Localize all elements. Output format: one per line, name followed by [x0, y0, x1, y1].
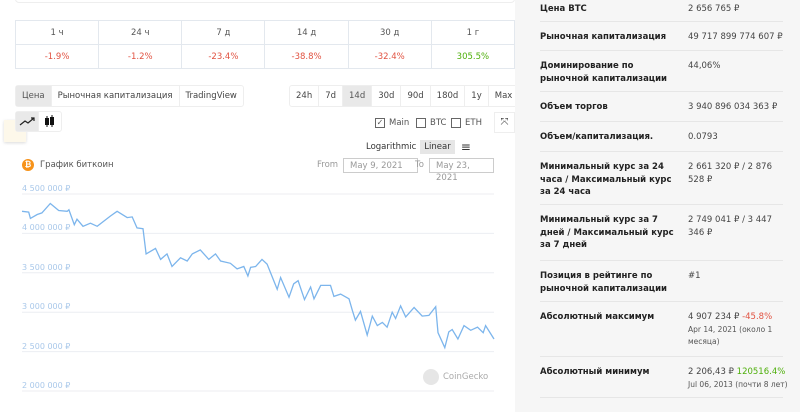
stat-value-text: 2 661 320 ₽ / 2 876 528 ₽ [688, 162, 772, 185]
coingecko-watermark: CoinGecko [423, 369, 488, 385]
stat-label: Доминирование по рыночной капитализации [540, 61, 668, 84]
stat-label: Объем торгов [540, 102, 608, 112]
price-chart[interactable] [0, 0, 515, 412]
stat-value-text: 4 907 234 ₽ [688, 312, 740, 322]
stat-label: Позиция в рейтинге по рыночной капитализ… [540, 271, 668, 294]
watermark-text: CoinGecko [443, 372, 489, 382]
stat-row: Объем торгов 3 940 896 034 363 ₽ [540, 92, 783, 122]
stat-percent: 120516.4% [736, 367, 786, 377]
stat-row: Позиция в рейтинге по рыночной капитализ… [540, 261, 783, 302]
stat-label: Абсолютный максимум [540, 312, 655, 322]
stat-value: #1 [688, 270, 788, 283]
stat-date: Jul 06, 2013 (почти 8 лет) [688, 379, 788, 389]
stat-label: Объем/капитализация. [540, 132, 654, 142]
stat-value-text: 0.0793 [688, 132, 718, 142]
stat-label: Минимальный курс за 24 часа / Максимальн… [540, 162, 672, 197]
stat-row: Минимальный курс за 24 часа / Максимальн… [540, 152, 783, 205]
stat-value: 49 717 899 774 607 ₽ [688, 31, 788, 44]
stat-value: 2 749 041 ₽ / 3 447 346 ₽ [688, 214, 788, 239]
stat-value: 2 206,43 ₽ 120516.4% Jul 06, 2013 (почти … [688, 366, 788, 391]
stat-label: Минимальный курс за 7 дней / Максимальны… [540, 215, 674, 250]
stat-date: Apr 14, 2021 (около 1 месяца) [688, 324, 773, 347]
coingecko-logo-icon [423, 369, 439, 385]
stat-value: 0.0793 [688, 131, 788, 144]
chart-panel: 1 ч 24 ч 7 д 14 д 30 д 1 г -1.9% -1.2% -… [0, 0, 520, 412]
stat-row: Минимальный курс за 7 дней / Максимальны… [540, 205, 783, 261]
stat-row: Рыночная капитализация 49 717 899 774 607… [540, 22, 783, 51]
stat-value-text: 3 940 896 034 363 ₽ [688, 102, 778, 112]
stats-panel: Цена BTC 2 656 765 ₽ Рыночная капитализаци… [515, 0, 800, 412]
stat-value: 3 940 896 034 363 ₽ [688, 101, 788, 114]
stat-label: Абсолютный минимум [540, 367, 650, 377]
stat-value: 2 661 320 ₽ / 2 876 528 ₽ [688, 161, 788, 186]
stat-row: Объем/капитализация. 0.0793 [540, 122, 783, 152]
stat-row: Абсолютный минимум 2 206,43 ₽ 120516.4% Ju… [540, 357, 788, 398]
stat-value-text: 2 656 765 ₽ [688, 4, 740, 14]
stat-label: Цена BTC [540, 4, 587, 14]
stat-row: Абсолютный максимум 4 907 234 ₽ -45.8% Apr… [540, 302, 783, 357]
stat-value: 2 656 765 ₽ [688, 3, 788, 16]
stat-value-text: 2 749 041 ₽ / 3 447 346 ₽ [688, 215, 772, 238]
price-line [21, 202, 495, 350]
stat-value: 44,06% [688, 60, 788, 73]
stat-value: 4 907 234 ₽ -45.8% Apr 14, 2021 (около 1 … [688, 311, 788, 349]
stat-value-text: #1 [688, 271, 701, 281]
stat-value-text: 44,06% [688, 61, 721, 71]
stat-value-text: 49 717 899 774 607 ₽ [688, 32, 783, 42]
stat-label: Рыночная капитализация [540, 32, 667, 42]
stat-row: Доминирование по рыночной капитализации 4… [540, 51, 783, 92]
stat-value-text: 2 206,43 ₽ [688, 367, 734, 377]
stat-row: Цена BTC 2 656 765 ₽ [540, 0, 783, 22]
stat-percent: -45.8% [742, 312, 773, 322]
